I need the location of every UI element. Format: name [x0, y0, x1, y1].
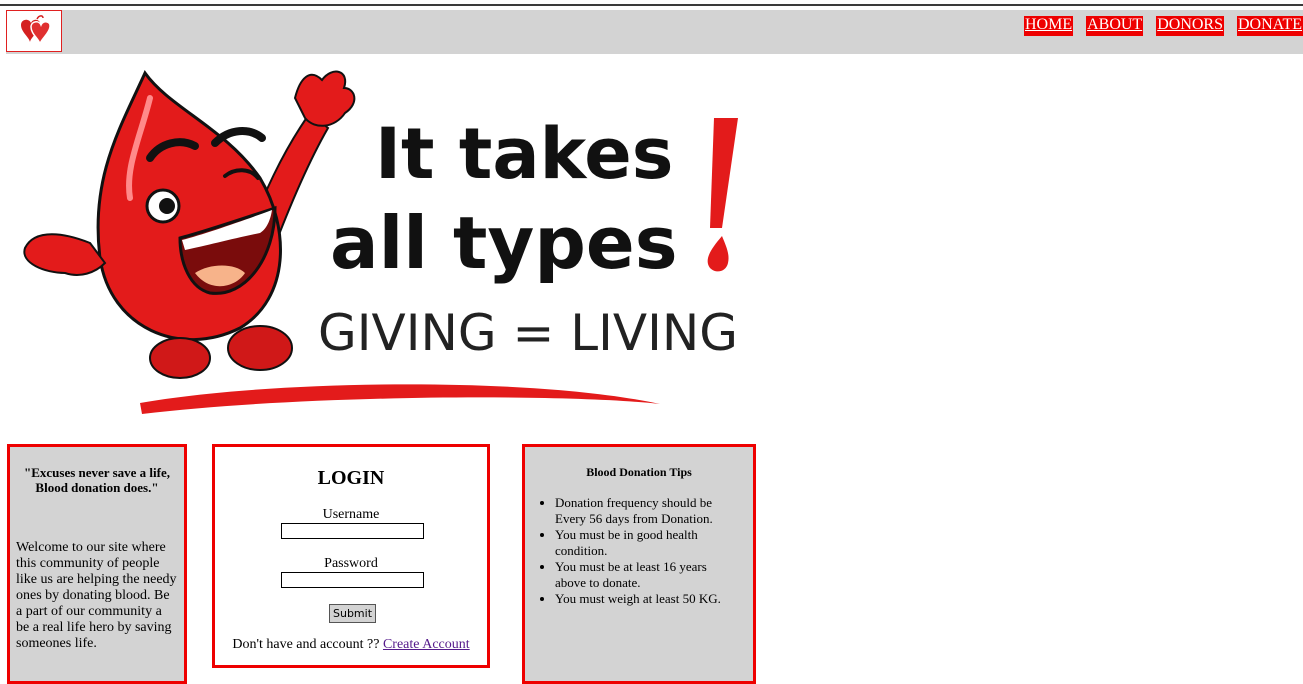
welcome-text: Welcome to our site where this community…	[16, 540, 177, 651]
tips-panel: Blood Donation Tips Donation frequency s…	[522, 444, 756, 684]
login-title: LOGIN	[317, 467, 385, 489]
mascot-foot-left	[149, 337, 211, 379]
banner-line3: GIVING = LIVING	[318, 304, 738, 362]
login-panel: LOGIN Username Password Submit Don't hav…	[212, 444, 490, 668]
exclamation-mark	[710, 118, 738, 228]
list-item: You must be at least 16 years above to d…	[555, 559, 753, 591]
create-account-row: Don't have and account ?? Create Account	[215, 637, 487, 653]
swoosh-shape	[140, 384, 660, 414]
tips-title: Blood Donation Tips	[586, 465, 692, 479]
banner-line2: all types	[330, 201, 678, 285]
top-divider	[0, 4, 1303, 6]
mascot-body	[96, 70, 282, 342]
nav-about-link[interactable]: ABOUT	[1086, 16, 1144, 36]
banner-line1: It takes	[375, 113, 673, 195]
password-input[interactable]	[281, 572, 424, 588]
hero-banner: It takes all types GIVING = LIVING	[23, 70, 738, 414]
no-account-text: Don't have and account ??	[232, 637, 380, 652]
submit-button[interactable]: Submit	[329, 604, 376, 623]
quote-text: "Excuses never save a life, Blood donati…	[24, 465, 170, 495]
tips-list: Donation frequency should be Every 56 da…	[525, 495, 753, 607]
password-label: Password	[324, 556, 378, 571]
list-item: You must weigh at least 50 KG.	[555, 591, 753, 607]
exclamation-drop	[707, 236, 729, 272]
list-item: Donation frequency should be Every 56 da…	[555, 495, 753, 527]
hearts-logo-icon	[21, 15, 51, 45]
create-account-link[interactable]: Create Account	[383, 637, 470, 652]
list-item: You must be in good health condition.	[555, 527, 753, 559]
nav-home-link[interactable]: HOME	[1023, 16, 1074, 36]
mascot-hand-left	[23, 233, 107, 276]
nav-donors-link[interactable]: DONORS	[1156, 16, 1224, 36]
site-logo[interactable]	[6, 10, 62, 52]
mascot-foot-right	[227, 325, 293, 371]
welcome-panel: "Excuses never save a life, Blood donati…	[7, 444, 187, 684]
mascot-hand-right	[293, 70, 356, 127]
username-input[interactable]	[281, 523, 424, 539]
nav-donate-link[interactable]: DONATE	[1237, 16, 1303, 36]
username-label: Username	[322, 507, 380, 522]
nav-links: HOME ABOUT DONORS DONATE	[1023, 16, 1303, 36]
